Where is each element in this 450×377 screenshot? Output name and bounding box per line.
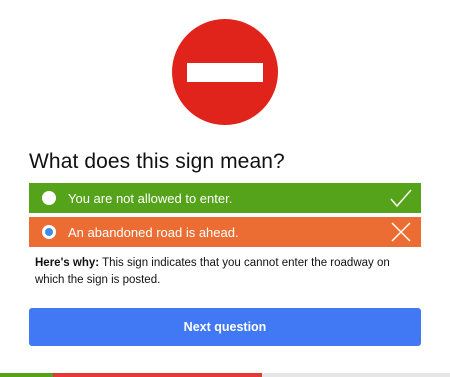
check-icon: [389, 187, 413, 209]
do-not-enter-sign-icon: [172, 19, 278, 125]
radio-button-selected[interactable]: [42, 225, 56, 239]
next-question-button[interactable]: Next question: [29, 308, 421, 346]
answer-option-correct[interactable]: You are not allowed to enter.: [29, 183, 421, 213]
radio-button[interactable]: [42, 191, 56, 205]
explanation-prefix: Here's why:: [35, 257, 100, 269]
question-text: What does this sign mean?: [29, 150, 285, 173]
explanation-text: Here's why: This sign indicates that you…: [35, 255, 415, 289]
progress-segment-correct: [0, 373, 53, 377]
progress-bar: [0, 373, 450, 377]
do-not-enter-sign-graphic: [172, 19, 278, 125]
answer-option-wrong[interactable]: An abandoned road is ahead.: [29, 217, 421, 247]
progress-segment-wrong: [53, 373, 262, 377]
cross-icon: [389, 221, 413, 243]
answer-label: You are not allowed to enter.: [68, 191, 233, 206]
answer-label: An abandoned road is ahead.: [68, 225, 239, 240]
